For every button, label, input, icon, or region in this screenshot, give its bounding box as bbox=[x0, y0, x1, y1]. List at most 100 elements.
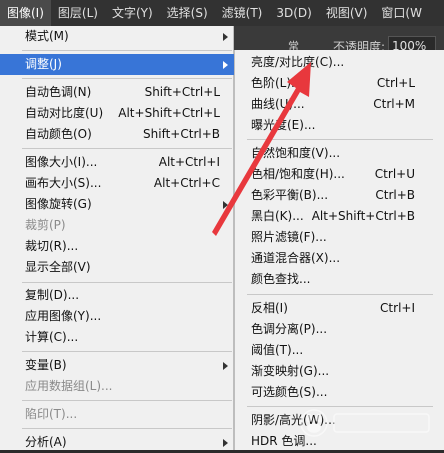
menu-item-label: 通道混合器(X)... bbox=[251, 251, 341, 265]
menu-item-label: 图像大小(I)... bbox=[25, 155, 98, 169]
submenu-arrow-icon bbox=[223, 439, 228, 447]
menu-item-color-lookup[interactable]: 颜色查找... bbox=[235, 269, 444, 290]
menu-item-reveal-all[interactable]: 显示全部(V) bbox=[0, 257, 234, 278]
menu-item-levels[interactable]: 色阶(L)... Ctrl+L bbox=[235, 73, 444, 94]
menu-item-label: 曝光度(E)... bbox=[251, 118, 316, 132]
menu-item-label: 自然饱和度(V)... bbox=[251, 146, 341, 160]
submenu-arrow-icon bbox=[223, 201, 228, 209]
menu-item-label: 陷印(T)... bbox=[25, 407, 78, 421]
menu-separator bbox=[22, 400, 232, 401]
menu-type[interactable]: 文字(Y) bbox=[105, 0, 160, 26]
menu-item-selective-color[interactable]: 可选颜色(S)... bbox=[235, 382, 444, 403]
menu-item-label: HDR 色调... bbox=[251, 434, 317, 448]
menu-item-photo-filter[interactable]: 照片滤镜(F)... bbox=[235, 227, 444, 248]
menu-item-auto-color[interactable]: 自动颜色(O) Shift+Ctrl+B bbox=[0, 124, 234, 145]
menu-item-label: 可选颜色(S)... bbox=[251, 385, 328, 399]
menu-separator bbox=[247, 139, 433, 140]
menu-filter[interactable]: 滤镜(T) bbox=[215, 0, 270, 26]
menu-item-apply-data-set[interactable]: 应用数据组(L)... bbox=[0, 376, 234, 397]
menu-item-label: 应用数据组(L)... bbox=[25, 379, 113, 393]
menu-item-mode[interactable]: 模式(M) bbox=[0, 26, 234, 47]
menu-item-label: 自动对比度(U) bbox=[25, 106, 104, 120]
menu-item-shortcut: Ctrl+I bbox=[380, 301, 415, 315]
menu-item-gradient-map[interactable]: 渐变映射(G)... bbox=[235, 361, 444, 382]
menu-item-crop[interactable]: 裁剪(P) bbox=[0, 215, 234, 236]
menu-item-image-size[interactable]: 图像大小(I)... Alt+Ctrl+I bbox=[0, 152, 234, 173]
menu-item-adjustments[interactable]: 调整(J) bbox=[0, 54, 234, 75]
menu-item-label: 模式(M) bbox=[25, 29, 69, 43]
menu-item-vibrance[interactable]: 自然饱和度(V)... bbox=[235, 143, 444, 164]
menu-item-label: 曲线(U)... bbox=[251, 97, 305, 111]
menu-item-label: 应用图像(Y)... bbox=[25, 309, 102, 323]
menu-item-shadows-highlights[interactable]: 阴影/高光(W)... bbox=[235, 410, 444, 431]
menu-separator bbox=[22, 148, 232, 149]
menu-separator bbox=[22, 428, 232, 429]
menu-item-label: 渐变映射(G)... bbox=[251, 364, 330, 378]
menu-view[interactable]: 视图(V) bbox=[319, 0, 375, 26]
menu-item-shortcut: Ctrl+M bbox=[373, 97, 415, 111]
menu-item-trim[interactable]: 裁切(R)... bbox=[0, 236, 234, 257]
menu-item-variables[interactable]: 变量(B) bbox=[0, 355, 234, 376]
menu-item-label: 照片滤镜(F)... bbox=[251, 230, 327, 244]
menu-item-threshold[interactable]: 阈值(T)... bbox=[235, 340, 444, 361]
menu-item-invert[interactable]: 反相(I) Ctrl+I bbox=[235, 298, 444, 319]
menu-item-shortcut: Ctrl+U bbox=[374, 167, 415, 181]
menu-item-trap[interactable]: 陷印(T)... bbox=[0, 404, 234, 425]
submenu-arrow-icon bbox=[223, 33, 228, 41]
menu-window[interactable]: 窗口(W bbox=[374, 0, 429, 26]
menu-item-label: 色相/饱和度(H)... bbox=[251, 167, 345, 181]
submenu-arrow-icon bbox=[223, 362, 228, 370]
menu-select[interactable]: 选择(S) bbox=[160, 0, 215, 26]
menu-separator bbox=[22, 50, 232, 51]
menu-item-image-rotation[interactable]: 图像旋转(G) bbox=[0, 194, 234, 215]
menu-item-posterize[interactable]: 色调分离(P)... bbox=[235, 319, 444, 340]
menu-item-exposure[interactable]: 曝光度(E)... bbox=[235, 115, 444, 136]
menu-item-label: 变量(B) bbox=[25, 358, 67, 372]
menu-item-apply-image[interactable]: 应用图像(Y)... bbox=[0, 306, 234, 327]
menu-separator bbox=[22, 351, 232, 352]
menu-item-label: 反相(I) bbox=[251, 301, 288, 315]
menu-item-black-white[interactable]: 黑白(K)... Alt+Shift+Ctrl+B bbox=[235, 206, 444, 227]
menu-item-channel-mixer[interactable]: 通道混合器(X)... bbox=[235, 248, 444, 269]
menu-item-label: 自动色调(N) bbox=[25, 85, 92, 99]
menu-item-duplicate[interactable]: 复制(D)... bbox=[0, 285, 234, 306]
menu-item-brightness-contrast[interactable]: 亮度/对比度(C)... bbox=[235, 52, 444, 73]
menu-item-color-balance[interactable]: 色彩平衡(B)... Ctrl+B bbox=[235, 185, 444, 206]
menu-item-shortcut: Alt+Shift+Ctrl+B bbox=[311, 209, 415, 223]
menu-item-hue-saturation[interactable]: 色相/饱和度(H)... Ctrl+U bbox=[235, 164, 444, 185]
menu-bar: 图像(I) 图层(L) 文字(Y) 选择(S) 滤镜(T) 3D(D) 视图(V… bbox=[0, 0, 444, 26]
menu-image[interactable]: 图像(I) bbox=[0, 0, 51, 26]
menu-item-hdr-toning[interactable]: HDR 色调... bbox=[235, 431, 444, 452]
menu-item-label: 色阶(L)... bbox=[251, 76, 303, 90]
menu-item-shortcut: Ctrl+B bbox=[375, 188, 415, 202]
menu-item-auto-contrast[interactable]: 自动对比度(U) Alt+Shift+Ctrl+L bbox=[0, 103, 234, 124]
menu-item-shortcut: Shift+Ctrl+B bbox=[143, 127, 220, 141]
menu-item-label: 调整(J) bbox=[25, 57, 62, 71]
menu-item-shortcut: Alt+Ctrl+C bbox=[153, 176, 220, 190]
menu-item-label: 阈值(T)... bbox=[251, 343, 304, 357]
menu-item-label: 自动颜色(O) bbox=[25, 127, 92, 141]
menu-item-label: 阴影/高光(W)... bbox=[251, 413, 336, 427]
menu-item-shortcut: Ctrl+L bbox=[376, 76, 415, 90]
menu-separator bbox=[247, 406, 433, 407]
menu-item-shortcut: Alt+Ctrl+I bbox=[158, 155, 220, 169]
menu-item-shortcut: Shift+Ctrl+L bbox=[144, 85, 220, 99]
menu-3d[interactable]: 3D(D) bbox=[269, 0, 318, 26]
menu-item-curves[interactable]: 曲线(U)... Ctrl+M bbox=[235, 94, 444, 115]
menu-item-label: 裁切(R)... bbox=[25, 239, 79, 253]
menu-item-label: 裁剪(P) bbox=[25, 218, 66, 232]
menu-item-label: 图像旋转(G) bbox=[25, 197, 92, 211]
menu-item-label: 画布大小(S)... bbox=[25, 176, 102, 190]
menu-item-canvas-size[interactable]: 画布大小(S)... Alt+Ctrl+C bbox=[0, 173, 234, 194]
menu-layer[interactable]: 图层(L) bbox=[51, 0, 105, 26]
menu-separator bbox=[247, 294, 433, 295]
adjustments-submenu: 亮度/对比度(C)... 色阶(L)... Ctrl+L 曲线(U)... Ct… bbox=[234, 50, 444, 450]
menu-item-auto-tone[interactable]: 自动色调(N) Shift+Ctrl+L bbox=[0, 82, 234, 103]
menu-item-label: 复制(D)... bbox=[25, 288, 80, 302]
menu-item-label: 显示全部(V) bbox=[25, 260, 91, 274]
menu-separator bbox=[22, 282, 232, 283]
submenu-arrow-icon bbox=[223, 61, 228, 69]
menu-item-label: 计算(C)... bbox=[25, 330, 79, 344]
menu-item-label: 颜色查找... bbox=[251, 272, 311, 286]
menu-item-calculations[interactable]: 计算(C)... bbox=[0, 327, 234, 348]
